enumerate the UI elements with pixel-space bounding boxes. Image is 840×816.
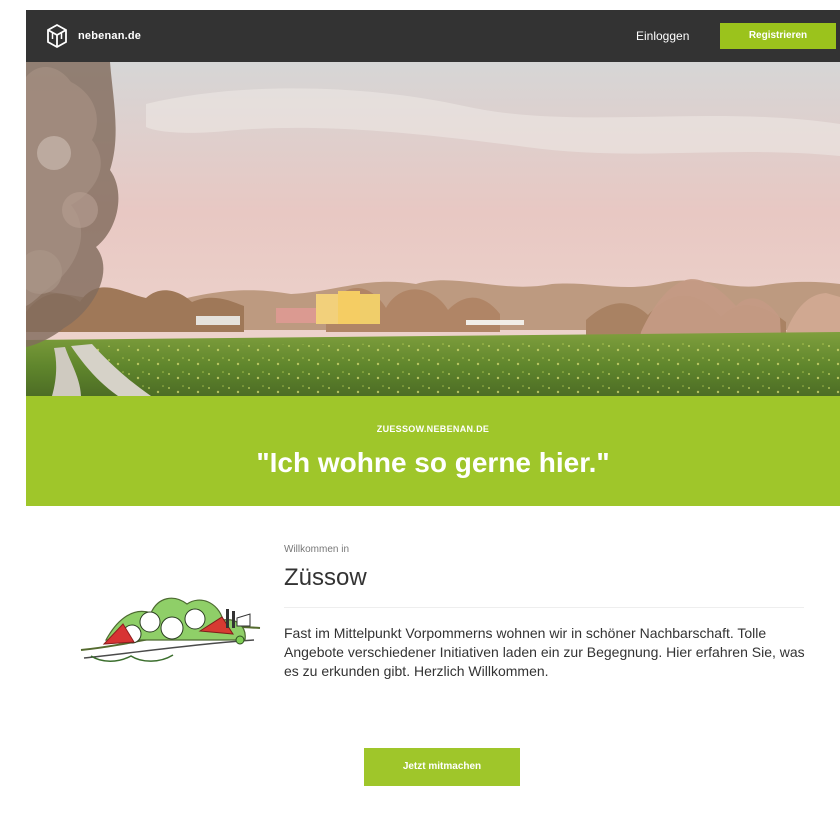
register-button[interactable]: Registrieren (720, 23, 836, 49)
top-navigation: nebenan.de Einloggen Registrieren (26, 10, 840, 62)
village-illustration-icon (80, 597, 261, 662)
logo[interactable]: nebenan.de (44, 22, 141, 50)
join-button[interactable]: Jetzt mitmachen (364, 748, 520, 786)
welcome-section: Willkommen in Züssow Fast im Mittelpunkt… (26, 506, 840, 816)
slogan-banner: ZUESSOW.NEBENAN.DE "Ich wohne so gerne h… (26, 396, 840, 506)
place-description: Fast im Mittelpunkt Vorpommerns wohnen w… (284, 625, 805, 679)
welcome-label: Willkommen in (284, 544, 350, 555)
login-link[interactable]: Einloggen (636, 29, 689, 43)
cube-icon (47, 23, 67, 49)
field-landscape-image (26, 62, 840, 396)
hero-image (26, 62, 840, 396)
page: nebenan.de Einloggen Registrieren ZUESSO… (26, 10, 840, 816)
divider (284, 607, 804, 608)
logo-text: nebenan.de (78, 30, 142, 42)
slogan: "Ich wohne so gerne hier." (256, 447, 610, 478)
site-url: ZUESSOW.NEBENAN.DE (376, 424, 490, 434)
place-title: Züssow (284, 564, 367, 591)
